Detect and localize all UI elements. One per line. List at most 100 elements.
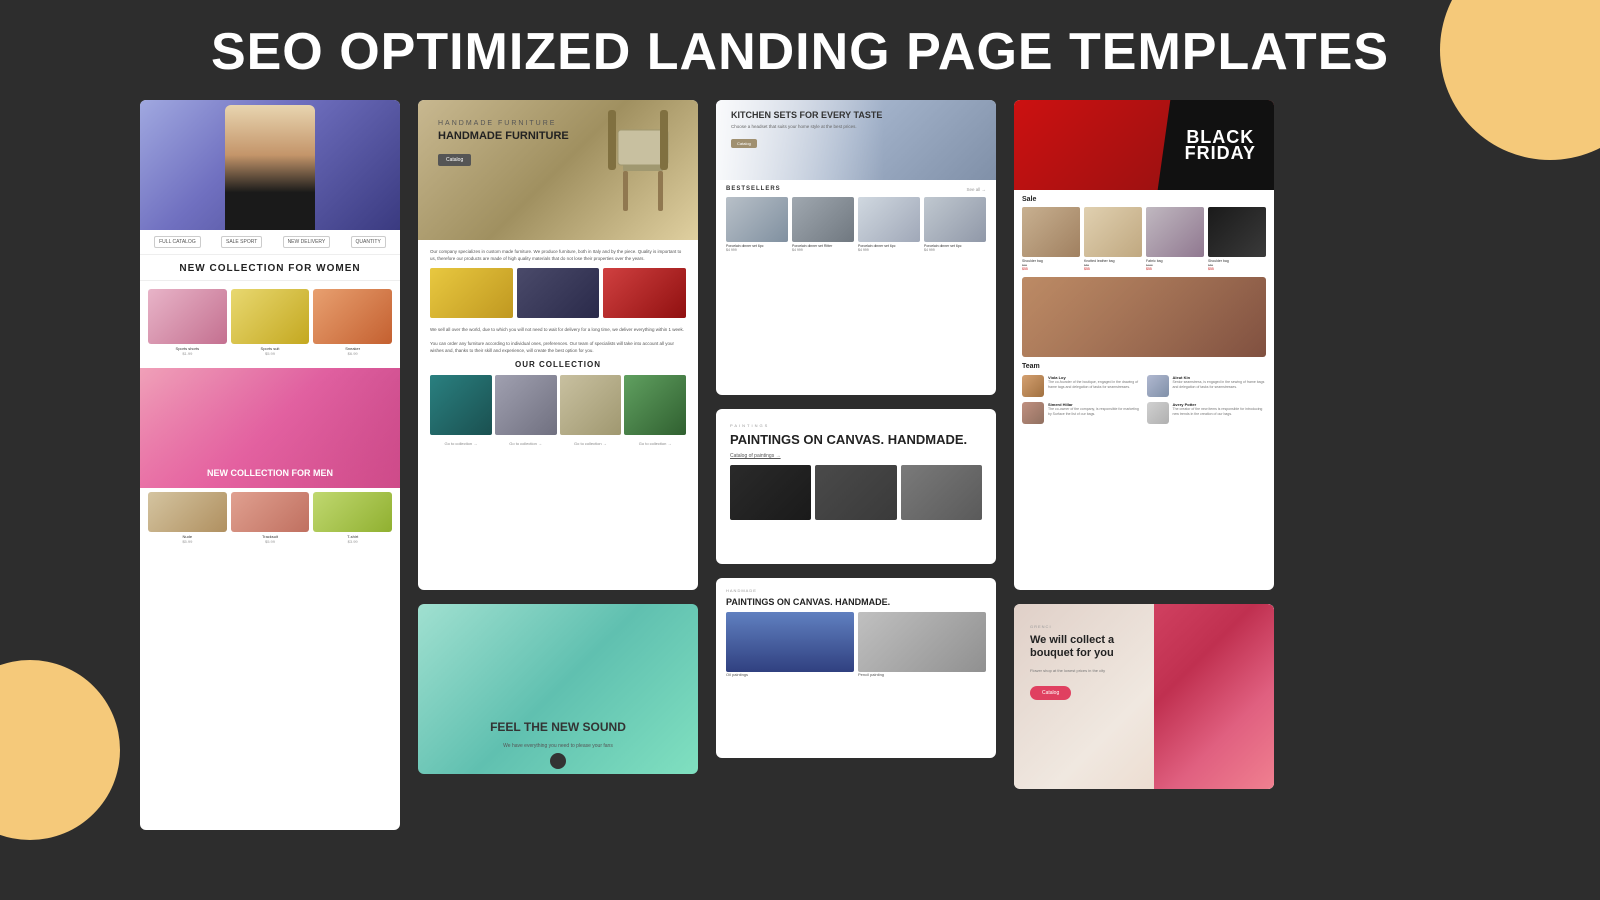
painting-blue-mountain: [726, 612, 854, 672]
canvas-img-mid: [815, 465, 896, 520]
canvas-link[interactable]: Catalog of paintings →: [730, 453, 982, 459]
nav-item-new-delivery[interactable]: NEW DELIVERY: [283, 236, 331, 248]
list-item[interactable]: Sneaker $6.99: [313, 289, 392, 356]
nav-item-sale-sport[interactable]: SALE SPORT: [221, 236, 262, 248]
item-image-pink: [148, 289, 227, 344]
team-label: Team: [1022, 363, 1266, 370]
kitchen-prod-img-3: [858, 197, 920, 242]
collection-link-1[interactable]: Go to collection →: [430, 441, 492, 446]
furniture-images-row: [430, 268, 686, 318]
list-item[interactable]: Shoulder bag $89 $55: [1208, 207, 1266, 271]
kitchen-subtitle: Choose a headset that suits your home st…: [731, 124, 882, 129]
kitchen-bestsellers-header: BESTSELLERS See all →: [726, 186, 986, 192]
nav-item-full-catalog[interactable]: FULL CATALOG: [154, 236, 201, 248]
flowers-catalog-button[interactable]: Catalog: [1030, 686, 1071, 700]
list-item[interactable]: Nude $5.99: [148, 492, 227, 544]
canvas-template-card[interactable]: PAINTINGS PAINTINGS ON CANVAS. HANDMADE.…: [716, 409, 996, 564]
painting-pencil-label: Pencil painting: [858, 672, 986, 677]
column-fashion: FULL CATALOG SALE SPORT NEW DELIVERY QUA…: [140, 100, 400, 890]
item-price: $5.99: [148, 539, 227, 544]
item-price: $3.99: [313, 539, 392, 544]
fashion-template-card[interactable]: FULL CATALOG SALE SPORT NEW DELIVERY QUA…: [140, 100, 400, 830]
kitchen-products-grid: Porcelain dinner set 6pc $4 999 Porcelai…: [726, 197, 986, 252]
paintings-template-card[interactable]: HANDMADE PAINTINGS ON CANVAS. HANDMADE. …: [716, 578, 996, 758]
furniture-chair-illustration: [588, 110, 688, 240]
bf-store-image: [1022, 277, 1266, 357]
music-title: FEEL THE NEW SOUND: [418, 720, 698, 734]
kitchen-prod-img-1: [726, 197, 788, 242]
item-image-salmon: [231, 492, 310, 532]
list-item[interactable]: T-shirt $3.99: [313, 492, 392, 544]
see-all-link[interactable]: See all →: [966, 187, 986, 192]
list-item[interactable]: Fabric bag $109 $55: [1146, 207, 1204, 271]
list-item[interactable]: Sports suit $5.99: [231, 289, 310, 356]
kitchen-template-card[interactable]: KITCHEN SETS FOR EVERY TASTE Choose a he…: [716, 100, 996, 395]
bf-bag-4: [1208, 207, 1266, 257]
member-role-4: The creator of the new items is responsi…: [1173, 407, 1267, 417]
bf-prod-price-2: $55: [1084, 267, 1142, 271]
collection-link-4[interactable]: Go to collection →: [624, 441, 686, 446]
blackfriday-template-card[interactable]: BLACKFRIDAY Sale Shoulder bag $99 $55 Kn…: [1014, 100, 1274, 590]
list-item[interactable]: Porcelain dinner set 6pc $4 999: [726, 197, 788, 252]
list-item[interactable]: Sports shorts $1.99: [148, 289, 227, 356]
list-item[interactable]: Porcelain dinner set 6pc $4 999: [924, 197, 986, 252]
music-subtitle: We have everything you need to please yo…: [418, 743, 698, 749]
flowers-subtitle: Flower shop at the lowest prices in the …: [1030, 668, 1144, 673]
flowers-template-card[interactable]: GRENCI We will collect a bouquet for you…: [1014, 604, 1274, 789]
furniture-hero-section: HANDMADE FURNITURE HANDMADE FURNITURE Ca…: [418, 100, 698, 240]
furniture-catalog-button[interactable]: Catalog: [438, 154, 471, 166]
avatar-aleut: [1147, 375, 1169, 397]
list-item[interactable]: Knotted leather bag $89 $55: [1084, 207, 1142, 271]
templates-grid: FULL CATALOG SALE SPORT NEW DELIVERY QUA…: [0, 100, 1600, 890]
kitchen-prod-price-4: $4 999: [924, 248, 986, 252]
list-item[interactable]: Porcelain dinner set Ritter $4 999: [792, 197, 854, 252]
member-role-1: The co-founder of the boutique, engaged …: [1048, 380, 1142, 390]
coll-image-grey: [495, 375, 557, 435]
list-item: Aleut Kin Senior seamstress, is engaged …: [1147, 375, 1267, 397]
collection-link-3[interactable]: Go to collection →: [560, 441, 622, 446]
kitchen-title: KITCHEN SETS FOR EVERY TASTE: [731, 110, 882, 121]
item-image-lime: [313, 492, 392, 532]
list-item[interactable]: Oil paintings: [726, 612, 854, 677]
kitchen-prod-price-1: $4 999: [726, 248, 788, 252]
furniture-description2: We sell all over the world, due to which…: [430, 326, 686, 333]
nav-item-quantity[interactable]: QUANTITY: [351, 236, 386, 248]
furniture-description3: You can order any furniture according to…: [430, 340, 686, 354]
bf-text: BLACKFRIDAY: [1185, 129, 1256, 161]
avatar-simerd: [1022, 402, 1044, 424]
canvas-eyebrow: PAINTINGS: [730, 423, 982, 428]
team-member-info: Simerd Hillar The co-owner of the compan…: [1048, 402, 1142, 417]
kitchen-catalog-button[interactable]: Catalog: [731, 139, 757, 148]
music-template-card[interactable]: FEEL THE NEW SOUND We have everything yo…: [418, 604, 698, 774]
bf-bag-3: [1146, 207, 1204, 257]
paintings-title: PAINTINGS ON CANVAS. HANDMADE.: [726, 597, 986, 608]
flowers-image: [1154, 604, 1274, 789]
kitchen-body: BESTSELLERS See all → Porcelain dinner s…: [716, 180, 996, 258]
member-role-2: Senior seamstress, is engaged in the sew…: [1173, 380, 1267, 390]
list-item[interactable]: Porcelain dinner set 6pc $4 999: [858, 197, 920, 252]
paintings-eyebrow: HANDMADE: [726, 588, 986, 593]
fashion-navigation: FULL CATALOG SALE SPORT NEW DELIVERY QUA…: [140, 230, 400, 255]
collection-link-2[interactable]: Go to collection →: [495, 441, 557, 446]
furniture-brand: HANDMADE FURNITURE: [438, 120, 569, 127]
team-member-info: Aleut Kin Senior seamstress, is engaged …: [1173, 375, 1267, 390]
item-image-yellow: [231, 289, 310, 344]
item-price: $5.99: [231, 351, 310, 356]
kitchen-prod-price-2: $4 999: [792, 248, 854, 252]
list-item[interactable]: Tracksuit $5.99: [231, 492, 310, 544]
item-image-beige: [148, 492, 227, 532]
furniture-hero-title: HANDMADE FURNITURE: [438, 130, 569, 142]
bf-products-grid: Shoulder bag $99 $55 Knotted leather bag…: [1022, 207, 1266, 271]
item-price: $1.99: [148, 351, 227, 356]
flowers-content: GRENCI We will collect a bouquet for you…: [1030, 624, 1144, 700]
women-items-grid: Sports shorts $1.99 Sports suit $5.99 Sn…: [140, 281, 400, 364]
men-items-grid: Nude $5.99 Tracksuit $5.99 T-shirt $3.99: [140, 488, 400, 552]
list-item[interactable]: Shoulder bag $99 $55: [1022, 207, 1080, 271]
list-item: Viola Loy The co-founder of the boutique…: [1022, 375, 1142, 397]
bestsellers-label: BESTSELLERS: [726, 186, 781, 192]
bf-body: Sale Shoulder bag $99 $55 Knotted leathe…: [1014, 190, 1274, 430]
furniture-template-card[interactable]: HANDMADE FURNITURE HANDMADE FURNITURE Ca…: [418, 100, 698, 590]
avatar-viola: [1022, 375, 1044, 397]
furniture-hero-text: HANDMADE FURNITURE HANDMADE FURNITURE Ca…: [438, 120, 569, 166]
list-item[interactable]: Pencil painting: [858, 612, 986, 677]
